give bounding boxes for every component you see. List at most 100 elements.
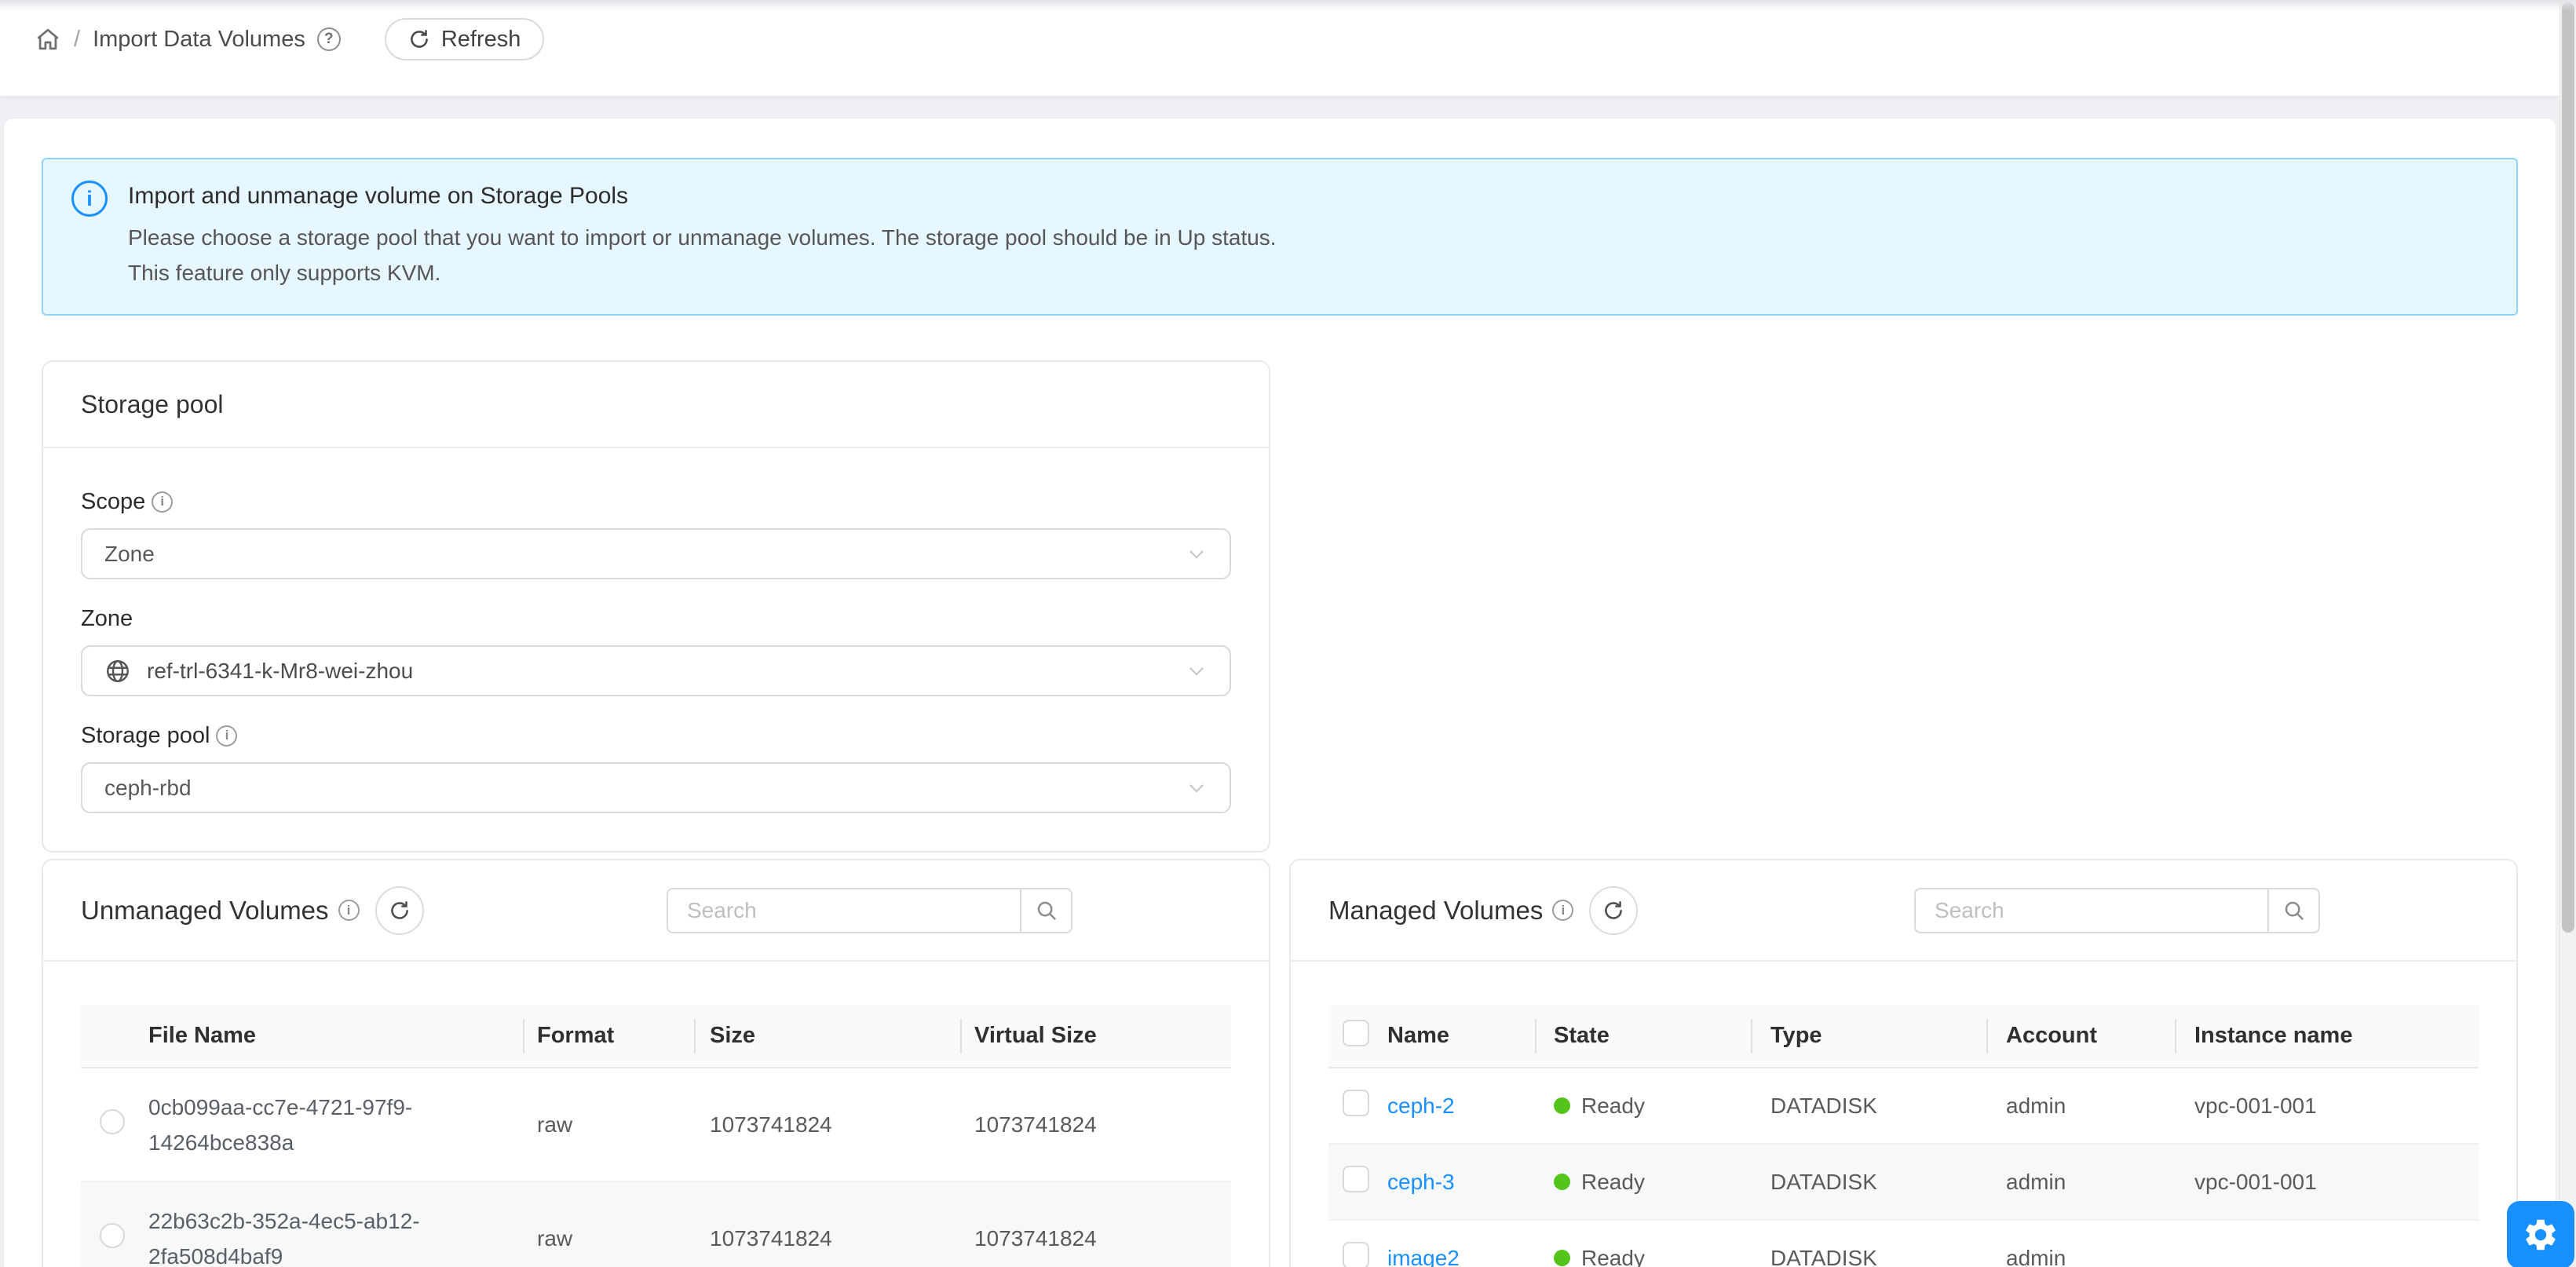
zone-label-text: Zone: [81, 603, 133, 634]
col-instance-name: Instance name: [2176, 1005, 2479, 1068]
zone-label: Zone: [81, 603, 1231, 634]
file-name: 22b63c2b-352a-4ec5-ab12-2fa508d4baf9: [148, 1203, 478, 1267]
refresh-button[interactable]: Refresh: [385, 18, 545, 60]
info-alert: i Import and unmanage volume on Storage …: [42, 158, 2518, 316]
unmanaged-volumes-card: Unmanaged Volumes i: [42, 859, 1270, 1267]
table-row[interactable]: 22b63c2b-352a-4ec5-ab12-2fa508d4baf9 raw…: [81, 1181, 1231, 1267]
zone-select[interactable]: ref-trl-6341-k-Mr8-wei-zhou: [81, 645, 1231, 696]
alert-text: Import and unmanage volume on Storage Po…: [128, 179, 1277, 290]
file-name: 0cb099aa-cc7e-4721-97f9-14264bce838a: [148, 1090, 478, 1160]
page: / Import Data Volumes ? Refresh: [0, 0, 2576, 1267]
table-row[interactable]: ceph-2 Ready DATADISK admin vpc-001-001: [1328, 1068, 2479, 1144]
instance-name: vpc-001-001: [2176, 1144, 2479, 1220]
storage-pool-label-text: Storage pool: [81, 720, 210, 751]
format: raw: [524, 1068, 696, 1181]
virtual-size: 1073741824: [962, 1068, 1231, 1181]
settings-fab-button[interactable]: [2507, 1201, 2574, 1267]
table-row[interactable]: 0cb099aa-cc7e-4721-97f9-14264bce838a raw…: [81, 1068, 1231, 1181]
main-card: i Import and unmanage volume on Storage …: [3, 118, 2556, 1267]
globe-icon: [104, 658, 131, 685]
scope-label: Scope i: [81, 486, 1231, 517]
storage-pool-info-icon[interactable]: i: [216, 725, 237, 747]
scope-select[interactable]: Zone: [81, 528, 1231, 579]
app: / Import Data Volumes ? Refresh: [0, 0, 2560, 1267]
alert-title: Import and unmanage volume on Storage Po…: [128, 179, 1277, 214]
storage-pool-select-value: ceph-rbd: [104, 776, 192, 801]
storage-pool-card-header: Storage pool: [43, 362, 1269, 448]
reload-icon: [1602, 900, 1624, 922]
unmanaged-header-row: File Name Format Size Virtual Size: [81, 1005, 1231, 1068]
info-circle-icon: i: [71, 181, 108, 217]
scope-info-icon[interactable]: i: [152, 491, 173, 513]
vertical-scrollbar[interactable]: [2560, 0, 2576, 1267]
scope-label-text: Scope: [81, 486, 145, 517]
instance-name: vpc-001-001: [2176, 1068, 2479, 1144]
volume-name-link[interactable]: ceph-3: [1387, 1170, 1455, 1194]
row-checkbox[interactable]: [1343, 1242, 1369, 1267]
select-all-checkbox[interactable]: [1343, 1020, 1369, 1046]
search-icon: [2282, 899, 2306, 922]
state-label: Ready: [1581, 1246, 1645, 1267]
unmanaged-info-icon[interactable]: i: [338, 900, 360, 921]
status-dot: [1554, 1250, 1570, 1266]
format: raw: [524, 1181, 696, 1267]
status-dot: [1554, 1097, 1570, 1114]
managed-search: [1914, 888, 2320, 933]
instance-name: [2176, 1220, 2479, 1267]
row-checkbox[interactable]: [1343, 1090, 1369, 1116]
col-type: Type: [1752, 1005, 1988, 1068]
storage-pool-label: Storage pool i: [81, 720, 1231, 751]
size: 1073741824: [696, 1181, 962, 1267]
col-state: State: [1536, 1005, 1752, 1068]
managed-search-button[interactable]: [2267, 888, 2320, 933]
managed-refresh-button[interactable]: [1589, 886, 1638, 935]
row-radio[interactable]: [100, 1109, 125, 1134]
col-file-name: File Name: [130, 1005, 524, 1068]
breadcrumb-separator: /: [74, 27, 80, 53]
unmanaged-table: File Name Format Size Virtual Size: [81, 1005, 1231, 1267]
managed-panel-body: Name State Type Account Instance name: [1291, 962, 2516, 1267]
chevron-down-icon: [1186, 660, 1208, 682]
storage-pool-select[interactable]: ceph-rbd: [81, 762, 1231, 813]
managed-volumes-card: Managed Volumes i: [1289, 859, 2518, 1267]
account: admin: [1988, 1144, 2176, 1220]
col-virtual-size: Virtual Size: [962, 1005, 1231, 1068]
volume-type: DATADISK: [1752, 1144, 1988, 1220]
volume-name-link[interactable]: ceph-2: [1387, 1094, 1455, 1118]
unmanaged-panel-header: Unmanaged Volumes i: [43, 860, 1269, 962]
volume-type: DATADISK: [1752, 1068, 1988, 1144]
home-icon[interactable]: [35, 26, 61, 53]
row-checkbox[interactable]: [1343, 1166, 1369, 1192]
chevron-down-icon: [1186, 543, 1208, 565]
help-question-icon[interactable]: ?: [317, 27, 341, 51]
scope-select-value: Zone: [104, 542, 155, 567]
managed-search-input[interactable]: [1914, 888, 2267, 933]
managed-info-icon[interactable]: i: [1552, 900, 1573, 921]
unmanaged-search-input[interactable]: [667, 888, 1020, 933]
reload-icon: [389, 900, 411, 922]
unmanaged-panel-body: File Name Format Size Virtual Size: [43, 962, 1269, 1267]
volume-type: DATADISK: [1752, 1220, 1988, 1267]
status-dot: [1554, 1174, 1570, 1190]
unmanaged-refresh-button[interactable]: [375, 886, 424, 935]
state-label: Ready: [1581, 1170, 1645, 1195]
refresh-label: Refresh: [441, 27, 521, 53]
breadcrumb: / Import Data Volumes ? Refresh: [35, 17, 544, 61]
managed-panel-header: Managed Volumes i: [1291, 860, 2516, 962]
table-row[interactable]: ceph-3 Ready DATADISK admin vpc-001-001: [1328, 1144, 2479, 1220]
managed-header-row: Name State Type Account Instance name: [1328, 1005, 2479, 1068]
col-size: Size: [696, 1005, 962, 1068]
unmanaged-title: Unmanaged Volumes: [81, 896, 329, 926]
unmanaged-search-button[interactable]: [1020, 888, 1072, 933]
row-radio[interactable]: [100, 1223, 125, 1248]
table-row[interactable]: image2 Ready DATADISK admin: [1328, 1220, 2479, 1267]
breadcrumb-current: Import Data Volumes: [93, 27, 305, 53]
gear-icon: [2522, 1216, 2560, 1254]
scrollbar-thumb[interactable]: [2562, 2, 2574, 933]
col-format: Format: [524, 1005, 696, 1068]
account: admin: [1988, 1068, 2176, 1144]
volume-name-link[interactable]: image2: [1387, 1246, 1460, 1267]
alert-description-line: This feature only supports KVM.: [128, 255, 1277, 290]
managed-title: Managed Volumes: [1328, 896, 1543, 926]
storage-pool-card: Storage pool Scope i Zone: [42, 360, 1270, 853]
